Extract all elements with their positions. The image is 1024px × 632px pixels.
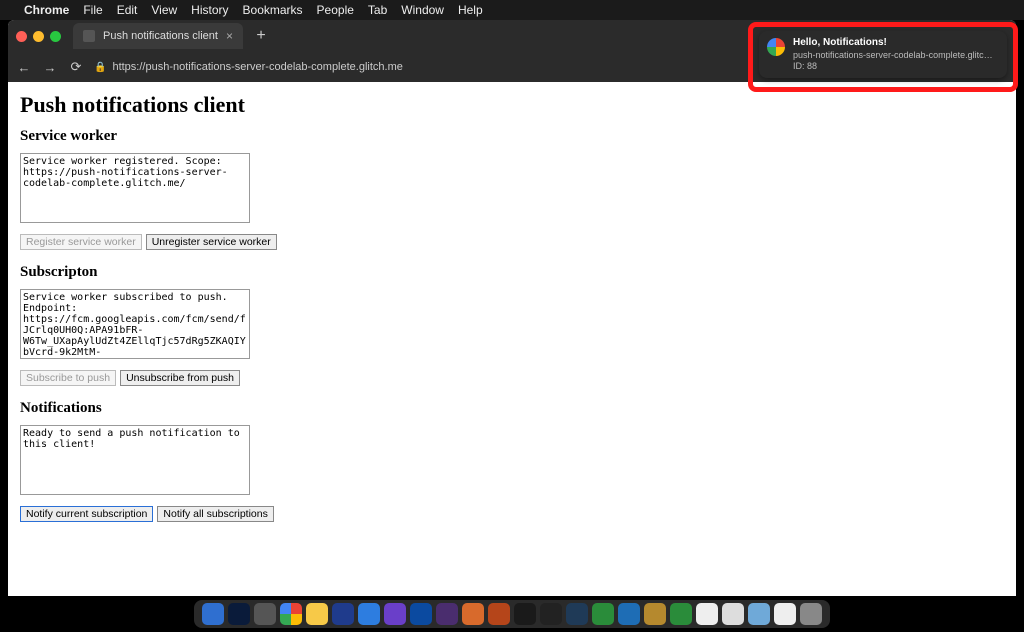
notifications-textarea[interactable] bbox=[20, 425, 250, 495]
url-text: https://push-notifications-server-codela… bbox=[112, 61, 402, 73]
dock-firefox-dev-icon[interactable] bbox=[436, 603, 458, 625]
dock-app-icon[interactable] bbox=[254, 603, 276, 625]
dock-vscode-icon[interactable] bbox=[618, 603, 640, 625]
menu-view[interactable]: View bbox=[151, 3, 177, 17]
notifications-heading: Notifications bbox=[20, 400, 1004, 417]
forward-button[interactable]: → bbox=[42, 60, 58, 75]
dock-app-icon[interactable] bbox=[748, 603, 770, 625]
menu-edit[interactable]: Edit bbox=[117, 3, 138, 17]
chrome-window: Push notifications client × + ← → ⟳ 🔒 ht… bbox=[8, 20, 1016, 596]
register-sw-button: Register service worker bbox=[20, 234, 142, 250]
notification-id: ID: 88 bbox=[793, 61, 993, 72]
menu-tab[interactable]: Tab bbox=[368, 3, 387, 17]
back-button[interactable]: ← bbox=[16, 60, 32, 75]
service-worker-textarea[interactable] bbox=[20, 153, 250, 223]
dock-brave-icon[interactable] bbox=[488, 603, 510, 625]
dock-edge-icon[interactable] bbox=[410, 603, 432, 625]
dock-app-icon[interactable] bbox=[696, 603, 718, 625]
dock bbox=[194, 600, 830, 628]
notification-highlight: Hello, Notifications! push-notifications… bbox=[748, 22, 1018, 92]
dock-app-icon[interactable] bbox=[774, 603, 796, 625]
notify-current-button[interactable]: Notify current subscription bbox=[20, 506, 153, 522]
subscription-textarea[interactable] bbox=[20, 289, 250, 359]
notification-source: push-notifications-server-codelab-comple… bbox=[793, 50, 993, 61]
browser-tab[interactable]: Push notifications client × bbox=[73, 23, 243, 49]
close-window-icon[interactable] bbox=[16, 31, 27, 42]
close-tab-icon[interactable]: × bbox=[226, 29, 233, 43]
reload-button[interactable]: ⟳ bbox=[68, 59, 84, 75]
service-worker-heading: Service worker bbox=[20, 128, 1004, 145]
dock-app-icon[interactable] bbox=[514, 603, 536, 625]
subscription-heading: Subscripton bbox=[20, 264, 1004, 281]
system-notification[interactable]: Hello, Notifications! push-notifications… bbox=[759, 31, 1007, 78]
subscribe-button: Subscribe to push bbox=[20, 370, 116, 386]
dock-chrome-canary-icon[interactable] bbox=[306, 603, 328, 625]
dock-firefox-icon[interactable] bbox=[462, 603, 484, 625]
dock-chromium-icon[interactable] bbox=[332, 603, 354, 625]
dock-safari-icon[interactable] bbox=[358, 603, 380, 625]
chrome-icon bbox=[767, 38, 785, 56]
window-controls bbox=[16, 31, 61, 42]
page-content: Push notifications client Service worker… bbox=[8, 82, 1016, 596]
tab-favicon-icon bbox=[83, 30, 95, 42]
notification-title: Hello, Notifications! bbox=[793, 37, 993, 50]
dock-trash-icon[interactable] bbox=[800, 603, 822, 625]
tab-title: Push notifications client bbox=[103, 30, 218, 42]
new-tab-button[interactable]: + bbox=[251, 27, 271, 45]
lock-icon: 🔒 bbox=[94, 62, 106, 73]
dock-app-icon[interactable] bbox=[592, 603, 614, 625]
menubar-app[interactable]: Chrome bbox=[24, 3, 69, 17]
dock-finder-icon[interactable] bbox=[202, 603, 224, 625]
dock-app-icon[interactable] bbox=[566, 603, 588, 625]
dock-app-icon[interactable] bbox=[644, 603, 666, 625]
mac-menubar: Chrome File Edit View History Bookmarks … bbox=[0, 0, 1024, 20]
menu-file[interactable]: File bbox=[83, 3, 102, 17]
unsubscribe-button[interactable]: Unsubscribe from push bbox=[120, 370, 240, 386]
unregister-sw-button[interactable]: Unregister service worker bbox=[146, 234, 277, 250]
page-title: Push notifications client bbox=[20, 92, 1004, 118]
menu-help[interactable]: Help bbox=[458, 3, 483, 17]
menu-history[interactable]: History bbox=[191, 3, 228, 17]
dock-app-icon[interactable] bbox=[228, 603, 250, 625]
dock-chrome-icon[interactable] bbox=[280, 603, 302, 625]
notify-all-button[interactable]: Notify all subscriptions bbox=[157, 506, 273, 522]
dock-app-icon[interactable] bbox=[670, 603, 692, 625]
minimize-window-icon[interactable] bbox=[33, 31, 44, 42]
menu-window[interactable]: Window bbox=[401, 3, 444, 17]
dock-terminal-icon[interactable] bbox=[540, 603, 562, 625]
dock-app-icon[interactable] bbox=[384, 603, 406, 625]
maximize-window-icon[interactable] bbox=[50, 31, 61, 42]
menu-people[interactable]: People bbox=[317, 3, 354, 17]
menu-bookmarks[interactable]: Bookmarks bbox=[243, 3, 303, 17]
dock-app-icon[interactable] bbox=[722, 603, 744, 625]
